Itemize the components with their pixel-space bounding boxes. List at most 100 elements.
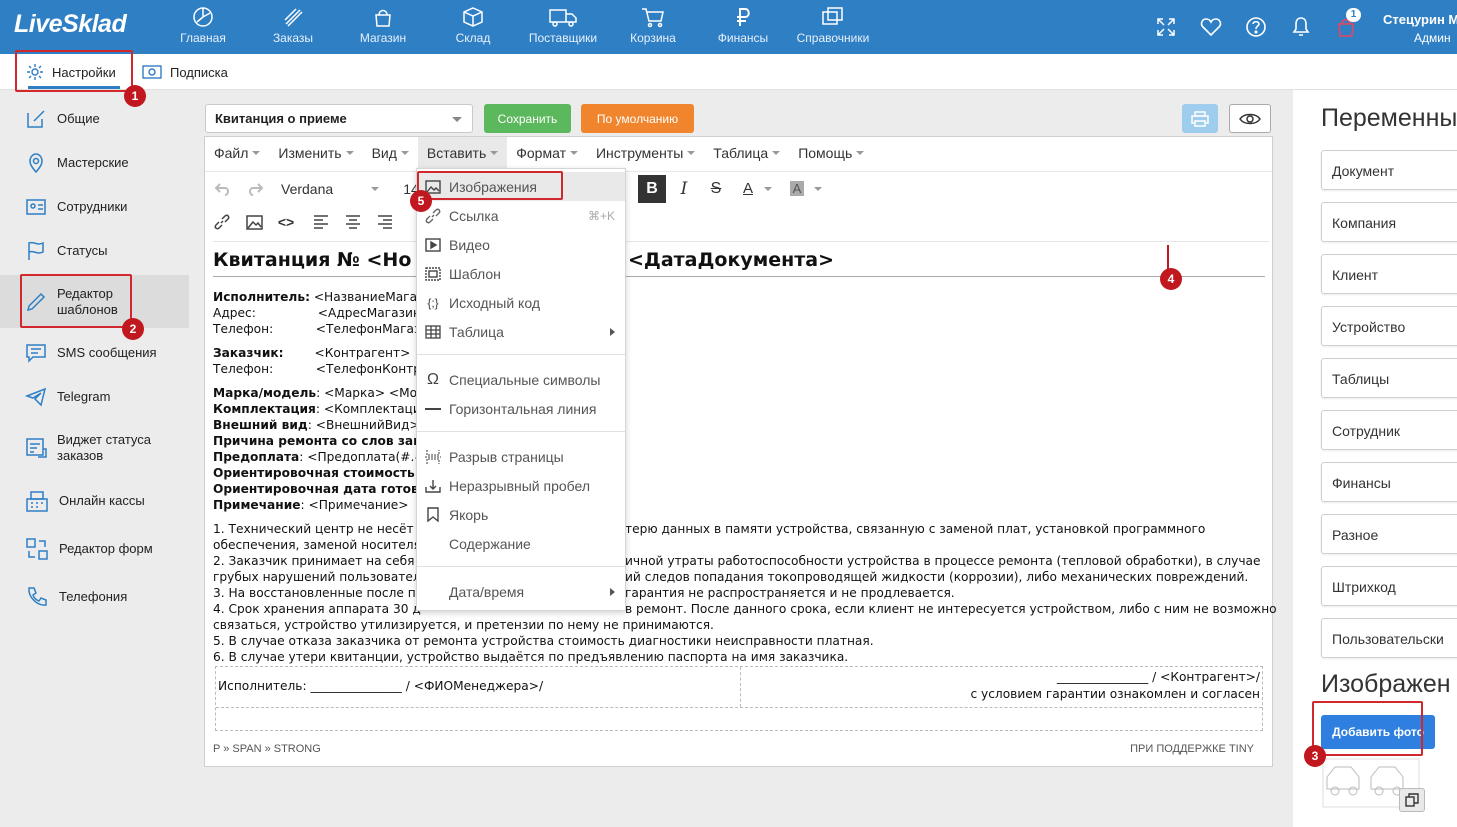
document-title: Квитанция № <Но <ДатаДокумента> xyxy=(213,249,834,271)
user-name[interactable]: Стецурин М xyxy=(1383,12,1457,27)
menu-item-anchor[interactable]: Якорь xyxy=(417,500,625,529)
menu-insert[interactable]: Вставить xyxy=(417,137,508,169)
menu-file[interactable]: Файл xyxy=(205,137,269,169)
sidebar-item-label: Telegram xyxy=(57,389,111,404)
term-left: грубых нарушений пользователе xyxy=(213,570,429,584)
copy-image-button[interactable] xyxy=(1399,788,1425,812)
help-button[interactable] xyxy=(1240,10,1271,44)
variable-group-misc[interactable]: Разное xyxy=(1321,514,1457,554)
menu-item-datetime[interactable]: Дата/время xyxy=(417,577,625,606)
menu-help[interactable]: Помощь xyxy=(789,137,873,169)
italic-button[interactable]: I xyxy=(672,172,696,206)
title-left: Квитанция № <Но xyxy=(213,249,412,271)
variable-group-company[interactable]: Компания xyxy=(1321,202,1457,242)
bold-button[interactable]: B xyxy=(638,175,666,203)
menu-view[interactable]: Вид xyxy=(363,137,418,169)
save-button[interactable]: Сохранить xyxy=(484,104,571,133)
toc-icon xyxy=(425,536,441,552)
nav-item-cart[interactable]: Корзина xyxy=(608,0,698,54)
nav-item-orders[interactable]: Заказы xyxy=(248,0,338,54)
print-button[interactable] xyxy=(1182,104,1218,133)
nav-item-directories[interactable]: Справочники xyxy=(788,0,878,54)
nav-item-suppliers[interactable]: Поставщики xyxy=(518,0,608,54)
text-color-dropdown[interactable] xyxy=(763,172,773,206)
term-right: гарантия не распространяется и не продле… xyxy=(625,586,955,600)
term-right: ичной утраты работоспособности устройств… xyxy=(625,554,1261,568)
sidebar-item-general[interactable]: Общие xyxy=(0,106,189,132)
variable-group-document[interactable]: Документ xyxy=(1321,150,1457,190)
rich-text-editor: Файл Изменить Вид Вставить Формат Инстру… xyxy=(204,136,1277,767)
nav-item-store[interactable]: Магазин xyxy=(338,0,428,54)
menu-item-horizontal-rule[interactable]: Горизонтальная линия xyxy=(417,394,625,423)
sidebar-item-form-editor[interactable]: Редактор форм xyxy=(0,536,189,562)
menu-edit[interactable]: Изменить xyxy=(269,137,362,169)
menu-item-page-break[interactable]: Разрыв страницы xyxy=(417,442,625,471)
bg-color-dropdown[interactable] xyxy=(813,172,823,206)
menu-item-source-code[interactable]: {;} Исходный код xyxy=(417,288,625,317)
flag-icon xyxy=(28,241,44,260)
strikethrough-button[interactable]: S xyxy=(704,172,728,206)
source-code-button[interactable]: <> xyxy=(275,205,297,239)
doc-line: Исполнитель: <НазваниеМагаз xyxy=(213,289,424,305)
menu-item-nbsp[interactable]: Неразрывный пробел xyxy=(417,471,625,500)
align-left-button[interactable] xyxy=(311,205,331,239)
bg-color-button[interactable]: A xyxy=(786,172,808,206)
field-value: : <Предоплата(#.# xyxy=(299,450,425,464)
notifications-button[interactable] xyxy=(1285,10,1316,44)
menu-item-template[interactable]: Шаблон xyxy=(417,259,625,288)
nav-item-home[interactable]: Главная xyxy=(158,0,248,54)
sidebar-item-statuses[interactable]: Статусы xyxy=(0,238,189,264)
variable-group-employee[interactable]: Сотрудник xyxy=(1321,410,1457,450)
menu-item-toc[interactable]: Содержание xyxy=(417,529,625,558)
variable-group-device[interactable]: Устройство xyxy=(1321,306,1457,346)
field-value: : <Примечание> xyxy=(300,498,409,512)
image-button[interactable] xyxy=(243,205,265,239)
menu-table[interactable]: Таблица xyxy=(704,137,789,169)
variable-group-finance[interactable]: Финансы xyxy=(1321,462,1457,502)
preview-button[interactable] xyxy=(1229,104,1271,133)
template-select[interactable]: Квитанция о приеме xyxy=(205,104,473,133)
font-family-value: Verdana xyxy=(281,181,334,197)
variable-group-barcode[interactable]: Штрихкод xyxy=(1321,566,1457,606)
menu-item-special-chars[interactable]: Ω Специальные символы xyxy=(417,365,625,394)
nav-item-warehouse[interactable]: Склад xyxy=(428,0,518,54)
field-value: : <Марка> <Мо xyxy=(316,386,418,400)
menu-item-link[interactable]: Ссылка ⌘+K xyxy=(417,201,625,230)
nav-item-finance[interactable]: Финансы xyxy=(698,0,788,54)
sidebar-item-employees[interactable]: Сотрудники xyxy=(0,194,189,220)
variable-group-custom[interactable]: Пользовательски xyxy=(1321,618,1457,658)
variable-group-tables[interactable]: Таблицы xyxy=(1321,358,1457,398)
redo-button[interactable] xyxy=(243,172,267,206)
menu-tools[interactable]: Инструменты xyxy=(587,137,704,169)
sidebar-item-online-cash[interactable]: Онлайн кассы xyxy=(0,488,189,514)
reset-default-button[interactable]: По умолчанию xyxy=(581,104,694,133)
variable-group-client[interactable]: Клиент xyxy=(1321,254,1457,294)
sidebar-item-sms[interactable]: SMS сообщения xyxy=(0,340,189,366)
menu-item-table[interactable]: Таблица xyxy=(417,317,625,346)
sidebar-item-workshops[interactable]: Мастерские xyxy=(0,150,189,176)
align-right-button[interactable] xyxy=(375,205,395,239)
sidebar-item-status-widget[interactable]: Виджет статуса заказов xyxy=(0,430,189,466)
term-left: 4. Срок хранения аппарата 30 д xyxy=(213,602,421,616)
app-logo[interactable]: LiveSklad xyxy=(14,10,127,39)
sidebar-item-telephony[interactable]: Телефония xyxy=(0,584,189,610)
favorites-button[interactable] xyxy=(1195,10,1226,44)
tab-subscription[interactable]: Подписка xyxy=(142,54,228,90)
text-color-button[interactable]: A xyxy=(737,172,759,206)
heart-icon xyxy=(1200,18,1221,37)
font-family-select[interactable]: Verdana xyxy=(271,172,387,206)
term-right: в ремонт. После данного срока, если клие… xyxy=(625,602,1277,616)
align-center-button[interactable] xyxy=(343,205,363,239)
menu-item-video[interactable]: Видео xyxy=(417,230,625,259)
edit-icon xyxy=(27,110,45,128)
undo-button[interactable] xyxy=(211,172,235,206)
menu-item-label: Исходный код xyxy=(449,294,540,311)
link-button[interactable] xyxy=(211,205,233,239)
menu-format[interactable]: Формат xyxy=(507,137,587,169)
sidebar-item-telegram[interactable]: Telegram xyxy=(0,384,189,410)
document-body[interactable]: Квитанция № <Но <ДатаДокумента> Исполните… xyxy=(213,241,1277,736)
fullscreen-button[interactable] xyxy=(1150,10,1181,44)
powered-by[interactable]: ПРИ ПОДДЕРЖКЕ TINY xyxy=(1130,743,1254,755)
store-cart-button[interactable]: 1 xyxy=(1330,8,1361,44)
element-path[interactable]: P » SPAN » STRONG xyxy=(213,743,321,755)
